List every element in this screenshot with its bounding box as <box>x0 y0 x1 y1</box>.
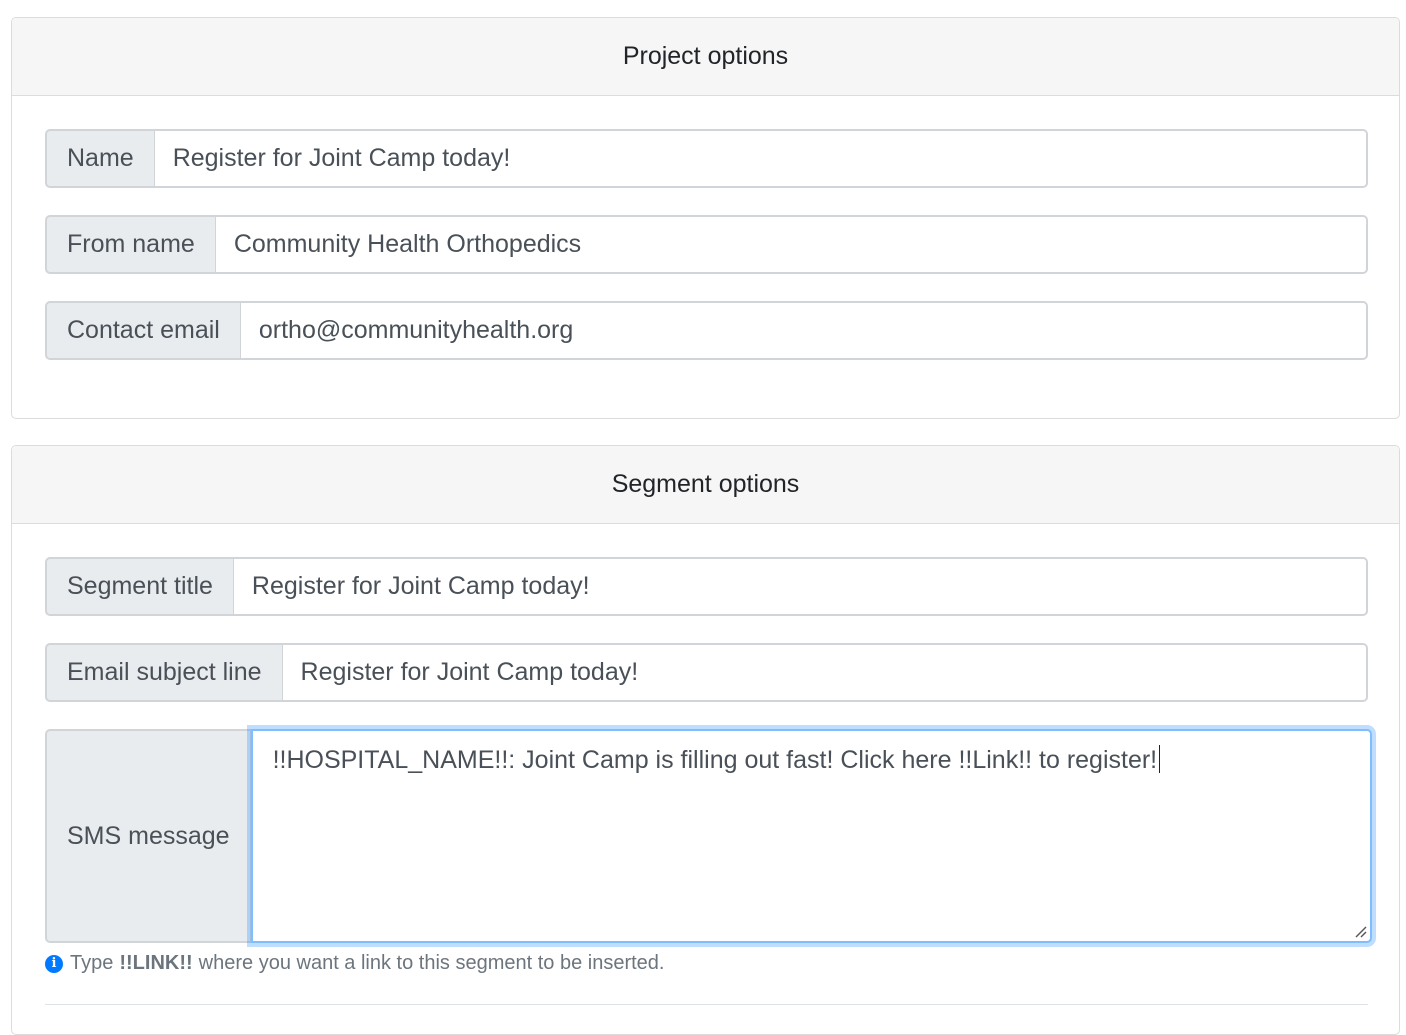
name-input[interactable]: Register for Joint Camp today! <box>154 129 1368 188</box>
sms-message-label: SMS message <box>45 729 251 943</box>
segment-title-input[interactable]: Register for Joint Camp today! <box>233 557 1368 616</box>
sms-message-input-group: SMS message !!HOSPITAL_NAME!!: Joint Cam… <box>45 729 1372 943</box>
info-circle-icon: i <box>45 954 63 973</box>
help-prefix: Type <box>70 952 114 974</box>
segment-options-title: Segment options <box>611 470 800 498</box>
segment-title-label: Segment title <box>45 557 234 616</box>
name-input-group: Name Register for Joint Camp today! <box>45 129 1368 188</box>
contact-email-input[interactable]: ortho@communityhealth.org <box>240 301 1368 360</box>
resize-handle-icon[interactable] <box>1352 923 1368 939</box>
help-keyword: !!LINK!! <box>119 952 193 974</box>
segment-options-card: Segment options Segment title Register f… <box>11 445 1400 1035</box>
segment-options-header: Segment options <box>12 446 1399 524</box>
sms-message-textarea[interactable]: !!HOSPITAL_NAME!!: Joint Camp is filling… <box>250 729 1372 943</box>
from-name-input[interactable]: Community Health Orthopedics <box>215 215 1368 274</box>
email-subject-input-group: Email subject line Register for Joint Ca… <box>45 643 1368 702</box>
contact-email-label: Contact email <box>45 301 241 360</box>
sms-message-text: !!HOSPITAL_NAME!!: Joint Camp is filling… <box>272 746 1158 774</box>
project-options-title: Project options <box>622 42 789 70</box>
text-cursor <box>1159 745 1161 773</box>
contact-email-input-group: Contact email ortho@communityhealth.org <box>45 301 1368 360</box>
help-suffix: where you want a link to this segment to… <box>198 952 665 974</box>
email-subject-label: Email subject line <box>45 643 283 702</box>
section-divider <box>45 1004 1368 1005</box>
from-name-label: From name <box>45 215 216 274</box>
from-name-input-group: From name Community Health Orthopedics <box>45 215 1368 274</box>
name-label: Name <box>45 129 155 188</box>
email-subject-input[interactable]: Register for Joint Camp today! <box>282 643 1368 702</box>
project-options-header: Project options <box>12 18 1399 96</box>
sms-help-text: i Type !!LINK!! where you want a link to… <box>45 952 664 975</box>
project-options-card: Project options Name Register for Joint … <box>11 17 1400 419</box>
segment-title-input-group: Segment title Register for Joint Camp to… <box>45 557 1368 616</box>
